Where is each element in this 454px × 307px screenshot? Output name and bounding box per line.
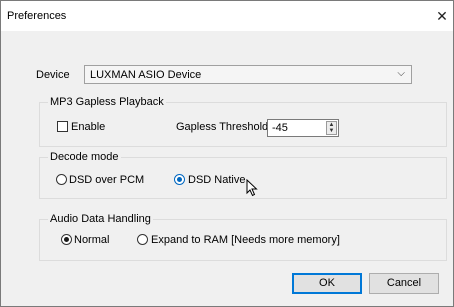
window-title: Preferences [7,10,67,22]
expand-to-ram-label: Expand to RAM [Needs more memory] [151,234,340,246]
device-dropdown[interactable]: LUXMAN ASIO Device ⌵ [84,65,412,84]
device-label: Device [36,69,70,81]
dsd-over-pcm-radio[interactable] [56,174,67,185]
title-bar: Preferences ✕ [1,1,453,31]
normal-radio[interactable] [61,234,72,245]
enable-checkbox[interactable] [57,121,68,132]
stepper-down-icon[interactable]: ▼ [328,128,335,134]
expand-to-ram-radio[interactable] [137,234,148,245]
preferences-window: Preferences ✕ Device LUXMAN ASIO Device … [0,0,454,307]
audio-data-handling-group-title: Audio Data Handling [48,213,153,225]
close-icon[interactable]: ✕ [433,7,451,25]
gapless-threshold-value: -45 [272,122,288,134]
gapless-threshold-stepper[interactable]: -45 ▲ ▼ [267,119,339,137]
ok-button[interactable]: OK [292,273,362,294]
device-selected-value: LUXMAN ASIO Device [90,69,202,81]
mp3-gapless-group-title: MP3 Gapless Playback [48,96,166,108]
dsd-native-radio[interactable] [174,174,185,185]
normal-label: Normal [74,234,110,246]
dsd-over-pcm-label: DSD over PCM [69,174,145,186]
mouse-pointer-icon [246,179,258,197]
cancel-button[interactable]: Cancel [369,273,439,294]
enable-label: Enable [71,121,106,133]
stepper-buttons[interactable]: ▲ ▼ [326,121,337,135]
dsd-native-label: DSD Native [188,174,246,186]
chevron-down-icon: ⌵ [397,68,405,79]
gapless-threshold-label: Gapless Threshold [176,121,269,133]
decode-mode-group-title: Decode mode [48,151,121,163]
